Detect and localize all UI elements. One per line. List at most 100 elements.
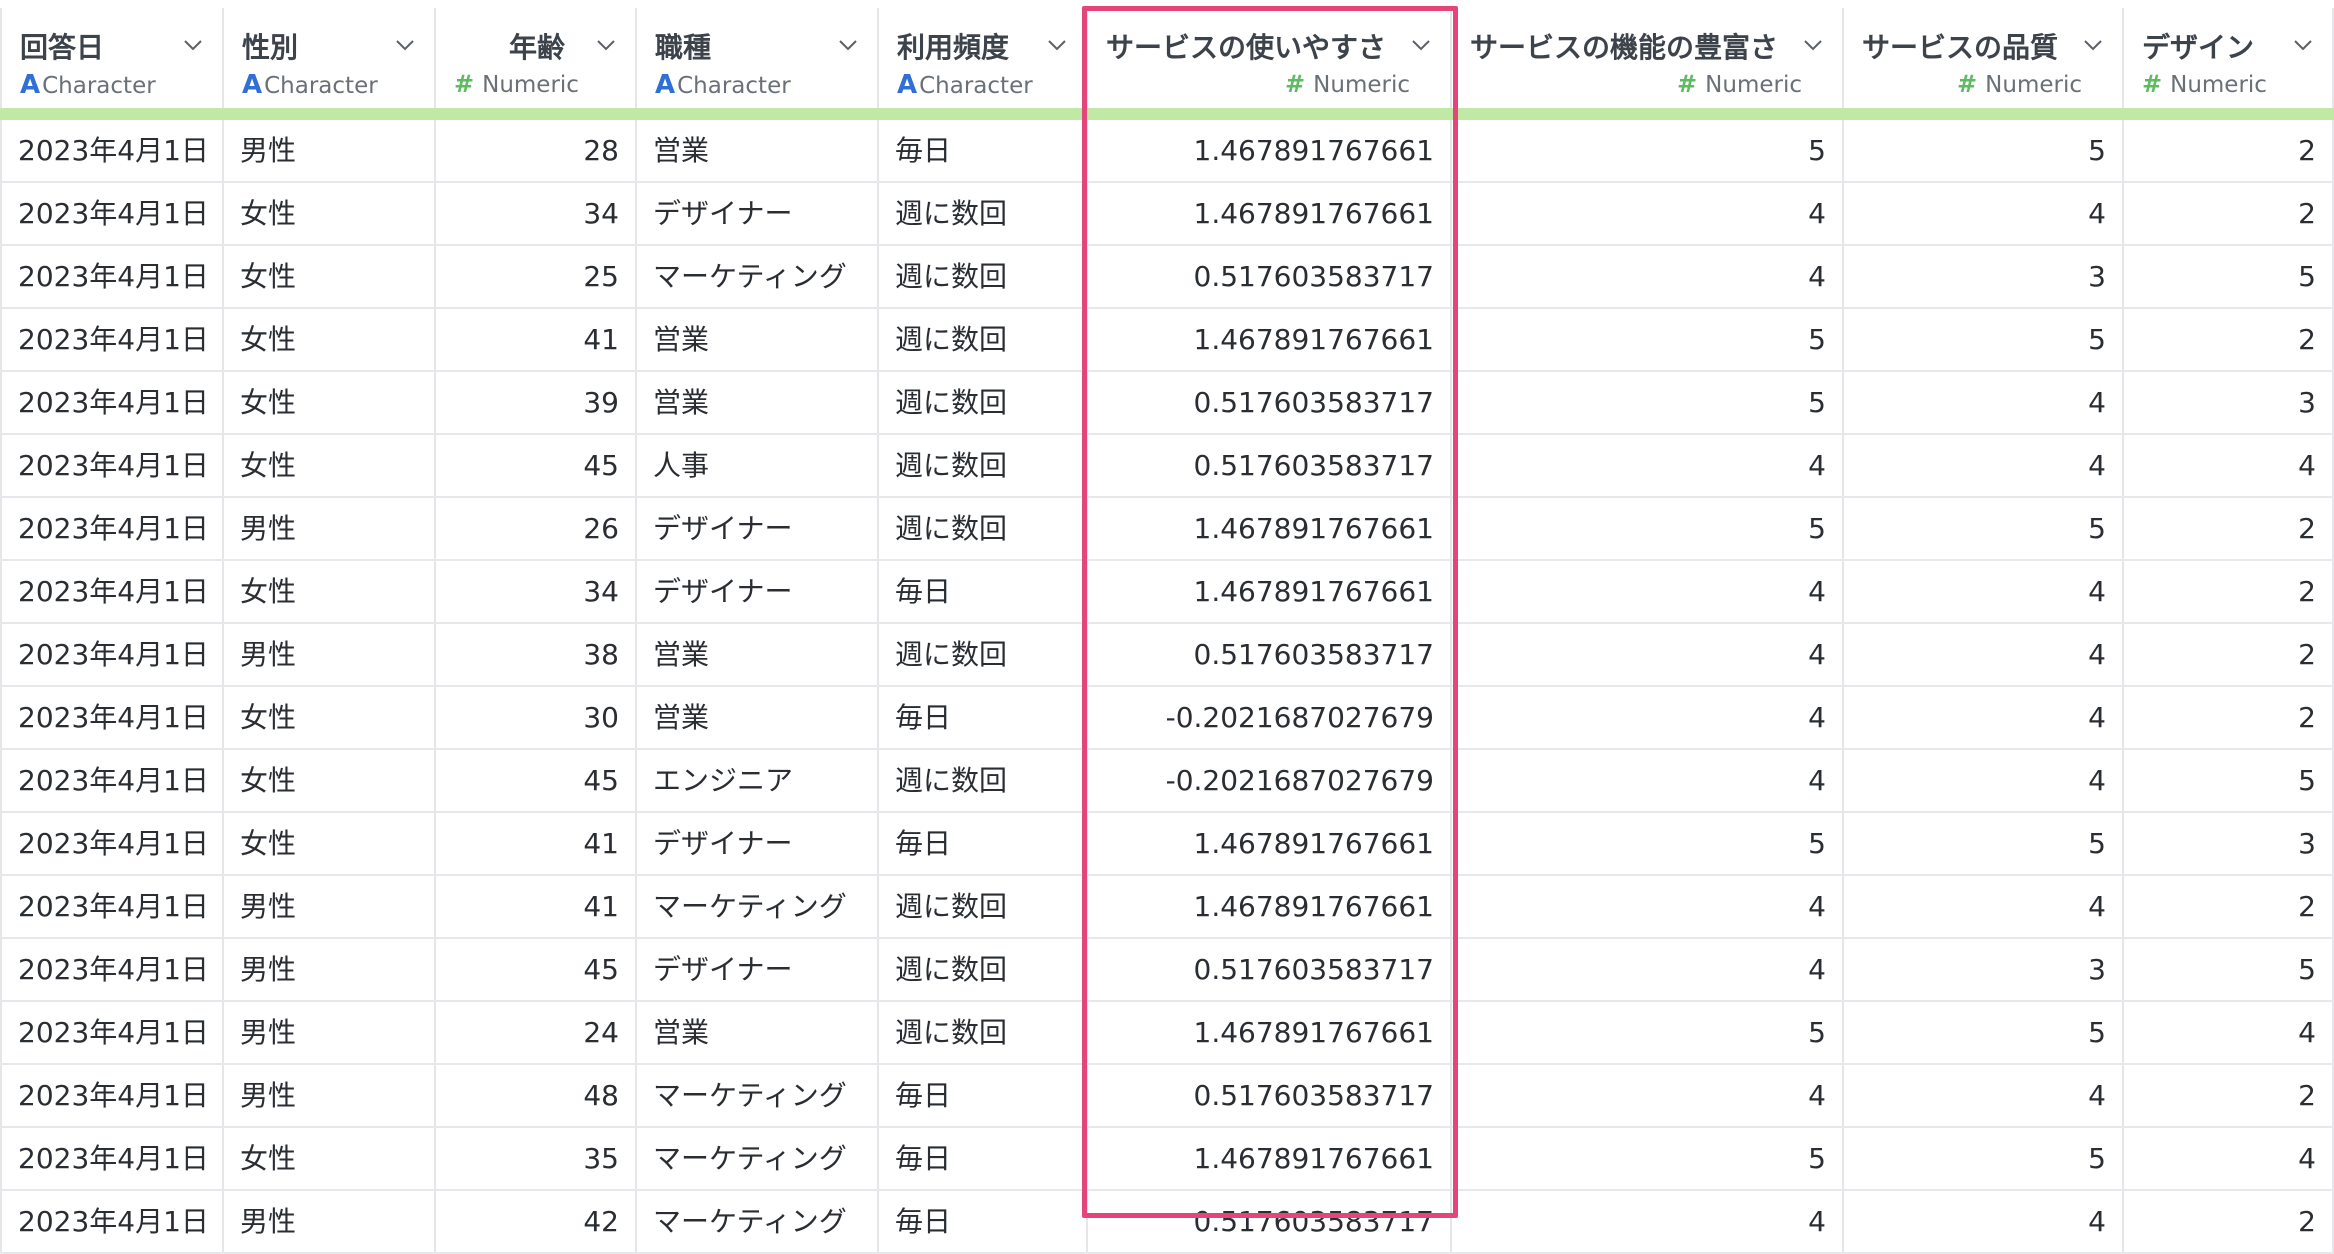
table-row[interactable]: 2023年4月1日 男性 38 営業 週に数回 0.517603583717 4 4 2 xyxy=(0,624,2334,687)
table-cell[interactable]: 4 xyxy=(1844,561,2124,622)
table-row[interactable]: 2023年4月1日 女性 25 マーケティング 週に数回 0.517603583717 4 3… xyxy=(0,246,2334,309)
column-header-3[interactable]: 職種 ACharacter xyxy=(637,8,879,108)
column-header-0[interactable]: 回答日 ACharacter xyxy=(0,8,224,108)
table-row[interactable]: 2023年4月1日 女性 35 マーケティング 毎日 1.467891767661 5 5 4 xyxy=(0,1128,2334,1191)
table-cell[interactable]: 女性 xyxy=(224,750,436,811)
table-cell[interactable]: 4 xyxy=(1452,624,1844,685)
table-cell[interactable]: 3 xyxy=(1844,939,2124,1000)
table-cell[interactable]: 0.517603583717 xyxy=(1088,246,1452,307)
table-cell[interactable]: 女性 xyxy=(224,183,436,244)
table-cell[interactable]: 4 xyxy=(1452,939,1844,1000)
table-cell[interactable]: 4 xyxy=(1844,435,2124,496)
table-cell[interactable]: 営業 xyxy=(637,309,879,370)
table-cell[interactable]: 4 xyxy=(1844,183,2124,244)
table-cell[interactable]: 週に数回 xyxy=(879,246,1088,307)
table-cell[interactable]: 4 xyxy=(1452,876,1844,937)
chevron-down-icon[interactable] xyxy=(837,34,859,56)
table-cell[interactable]: 週に数回 xyxy=(879,435,1088,496)
table-cell[interactable]: 4 xyxy=(1452,183,1844,244)
table-cell[interactable]: 25 xyxy=(436,246,637,307)
table-cell[interactable]: 34 xyxy=(436,561,637,622)
table-cell[interactable]: 41 xyxy=(436,813,637,874)
table-cell[interactable]: 0.517603583717 xyxy=(1088,939,1452,1000)
table-cell[interactable]: 4 xyxy=(1844,624,2124,685)
table-cell[interactable]: 1.467891767661 xyxy=(1088,813,1452,874)
table-cell[interactable]: 1.467891767661 xyxy=(1088,498,1452,559)
table-cell[interactable]: 5 xyxy=(1844,309,2124,370)
table-cell[interactable]: 2 xyxy=(2124,561,2334,622)
table-cell[interactable]: 週に数回 xyxy=(879,750,1088,811)
table-cell[interactable]: 2 xyxy=(2124,624,2334,685)
column-header-8[interactable]: デザイン # Numeric xyxy=(2124,8,2334,108)
table-cell[interactable]: 45 xyxy=(436,939,637,1000)
table-row[interactable]: 2023年4月1日 男性 28 営業 毎日 1.467891767661 5 5 2 xyxy=(0,120,2334,183)
table-cell[interactable]: 4 xyxy=(1452,435,1844,496)
table-cell[interactable]: 2023年4月1日 xyxy=(0,498,224,559)
table-cell[interactable]: 2 xyxy=(2124,498,2334,559)
table-cell[interactable]: 1.467891767661 xyxy=(1088,561,1452,622)
table-cell[interactable]: 5 xyxy=(1452,813,1844,874)
table-cell[interactable]: 週に数回 xyxy=(879,498,1088,559)
table-cell[interactable]: 男性 xyxy=(224,876,436,937)
table-cell[interactable]: 2023年4月1日 xyxy=(0,687,224,748)
table-cell[interactable]: 週に数回 xyxy=(879,1002,1088,1063)
table-cell[interactable]: 4 xyxy=(1452,246,1844,307)
table-cell[interactable]: 2023年4月1日 xyxy=(0,1065,224,1126)
table-cell[interactable]: 4 xyxy=(2124,435,2334,496)
table-cell[interactable]: 38 xyxy=(436,624,637,685)
column-header-4[interactable]: 利用頻度 ACharacter xyxy=(879,8,1088,108)
table-cell[interactable]: デザイナー xyxy=(637,498,879,559)
table-cell[interactable]: 3 xyxy=(1844,246,2124,307)
column-header-6[interactable]: サービスの機能の豊富さ # Numeric xyxy=(1452,8,1844,108)
table-cell[interactable]: 45 xyxy=(436,750,637,811)
table-cell[interactable]: 5 xyxy=(1844,120,2124,181)
table-cell[interactable]: 2023年4月1日 xyxy=(0,813,224,874)
chevron-down-icon[interactable] xyxy=(1410,34,1432,56)
table-cell[interactable]: 3 xyxy=(2124,813,2334,874)
table-cell[interactable]: 5 xyxy=(1844,813,2124,874)
table-row[interactable]: 2023年4月1日 女性 45 人事 週に数回 0.517603583717 4 4 4 xyxy=(0,435,2334,498)
table-cell[interactable]: 毎日 xyxy=(879,687,1088,748)
table-row[interactable]: 2023年4月1日 女性 45 エンジニア 週に数回 -0.2021687027679 4 4… xyxy=(0,750,2334,813)
table-cell[interactable]: 2 xyxy=(2124,876,2334,937)
table-cell[interactable]: 5 xyxy=(1844,1128,2124,1189)
chevron-down-icon[interactable] xyxy=(2082,34,2104,56)
table-cell[interactable]: 週に数回 xyxy=(879,183,1088,244)
table-cell[interactable]: 女性 xyxy=(224,372,436,433)
table-cell[interactable]: 5 xyxy=(1452,120,1844,181)
table-cell[interactable]: 2023年4月1日 xyxy=(0,561,224,622)
table-cell[interactable]: 26 xyxy=(436,498,637,559)
table-cell[interactable]: 2 xyxy=(2124,309,2334,370)
table-cell[interactable]: 男性 xyxy=(224,624,436,685)
table-cell[interactable]: 毎日 xyxy=(879,813,1088,874)
table-cell[interactable]: マーケティング xyxy=(637,246,879,307)
table-cell[interactable]: マーケティング xyxy=(637,1065,879,1126)
table-cell[interactable]: 2023年4月1日 xyxy=(0,246,224,307)
table-cell[interactable]: 人事 xyxy=(637,435,879,496)
table-cell[interactable]: 男性 xyxy=(224,120,436,181)
table-cell[interactable]: 30 xyxy=(436,687,637,748)
chevron-down-icon[interactable] xyxy=(1802,34,1824,56)
table-row[interactable]: 2023年4月1日 男性 48 マーケティング 毎日 0.517603583717 4 4 2 xyxy=(0,1065,2334,1128)
chevron-down-icon[interactable] xyxy=(1046,34,1068,56)
table-cell[interactable]: 1.467891767661 xyxy=(1088,120,1452,181)
table-cell[interactable]: 2023年4月1日 xyxy=(0,120,224,181)
table-cell[interactable]: 2023年4月1日 xyxy=(0,876,224,937)
table-cell[interactable]: デザイナー xyxy=(637,813,879,874)
table-cell[interactable]: 0.517603583717 xyxy=(1088,1065,1452,1126)
table-cell[interactable]: 2 xyxy=(2124,1065,2334,1126)
table-row[interactable]: 2023年4月1日 女性 41 デザイナー 毎日 1.467891767661 5 5 3 xyxy=(0,813,2334,876)
table-cell[interactable]: 35 xyxy=(436,1128,637,1189)
table-cell[interactable]: 2023年4月1日 xyxy=(0,435,224,496)
table-cell[interactable]: マーケティング xyxy=(637,876,879,937)
table-cell[interactable]: 毎日 xyxy=(879,561,1088,622)
table-cell[interactable]: 男性 xyxy=(224,498,436,559)
table-cell[interactable]: 5 xyxy=(2124,939,2334,1000)
table-cell[interactable]: 女性 xyxy=(224,561,436,622)
table-cell[interactable]: 毎日 xyxy=(879,120,1088,181)
table-cell[interactable]: 2 xyxy=(2124,183,2334,244)
table-cell[interactable]: 34 xyxy=(436,183,637,244)
table-cell[interactable]: 0.517603583717 xyxy=(1088,372,1452,433)
table-row[interactable]: 2023年4月1日 女性 34 デザイナー 週に数回 1.467891767661 4 4 2 xyxy=(0,183,2334,246)
table-cell[interactable]: 男性 xyxy=(224,1065,436,1126)
